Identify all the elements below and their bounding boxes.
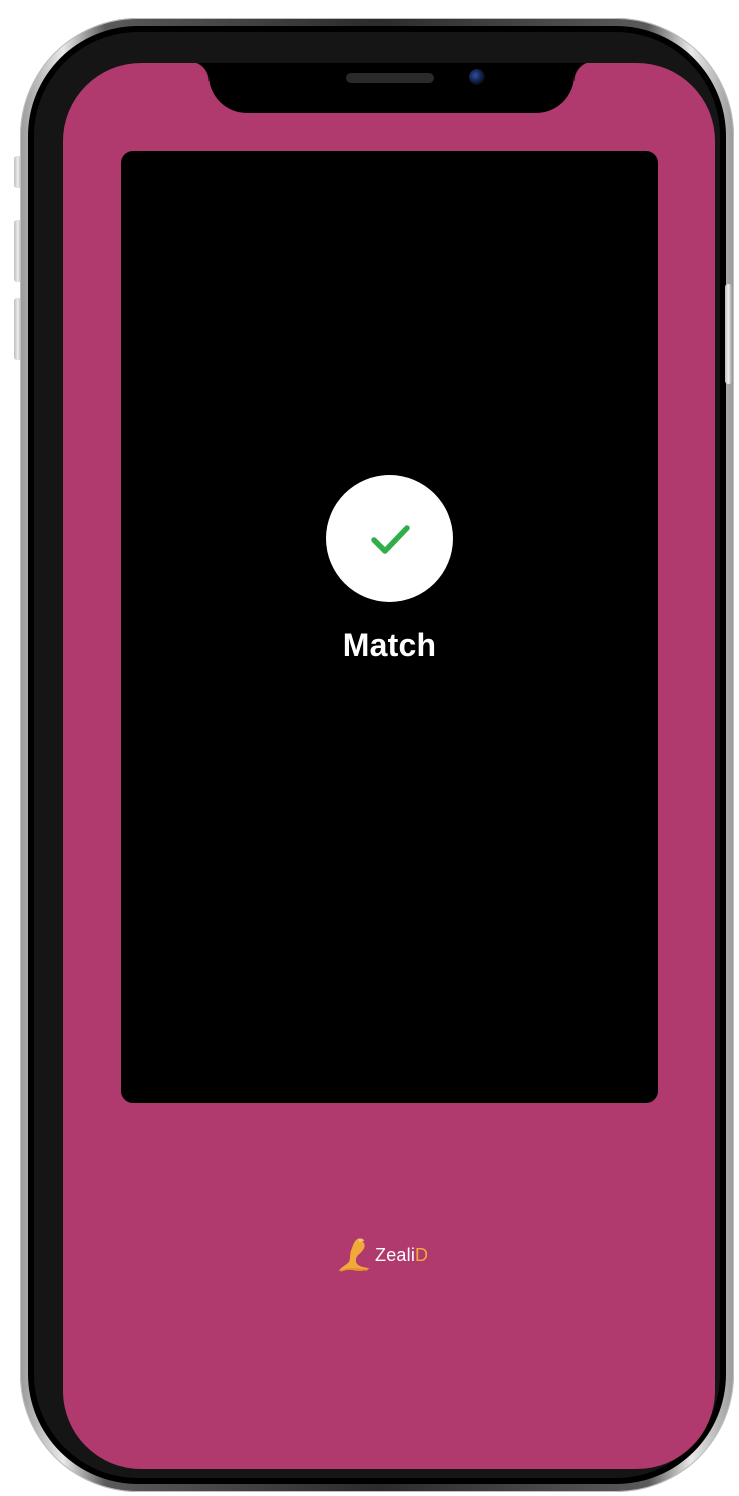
seal-icon	[338, 1238, 370, 1272]
earpiece-speaker	[346, 73, 434, 83]
notch	[189, 63, 594, 113]
phone-mockup: Match ZealiD	[0, 0, 739, 1496]
brand-name-accent: D	[415, 1244, 429, 1265]
checkmark-icon	[370, 524, 410, 554]
match-status-badge	[326, 475, 453, 602]
brand-name: ZealiD	[375, 1245, 428, 1266]
app-screen: Match ZealiD	[63, 63, 715, 1469]
power-button	[725, 284, 732, 384]
match-status-label: Match	[342, 627, 437, 663]
brand-name-main: Zeali	[375, 1244, 416, 1265]
front-camera	[469, 69, 485, 85]
face-scan-panel: Match	[121, 151, 658, 1103]
brand-logo: ZealiD	[335, 1235, 428, 1275]
